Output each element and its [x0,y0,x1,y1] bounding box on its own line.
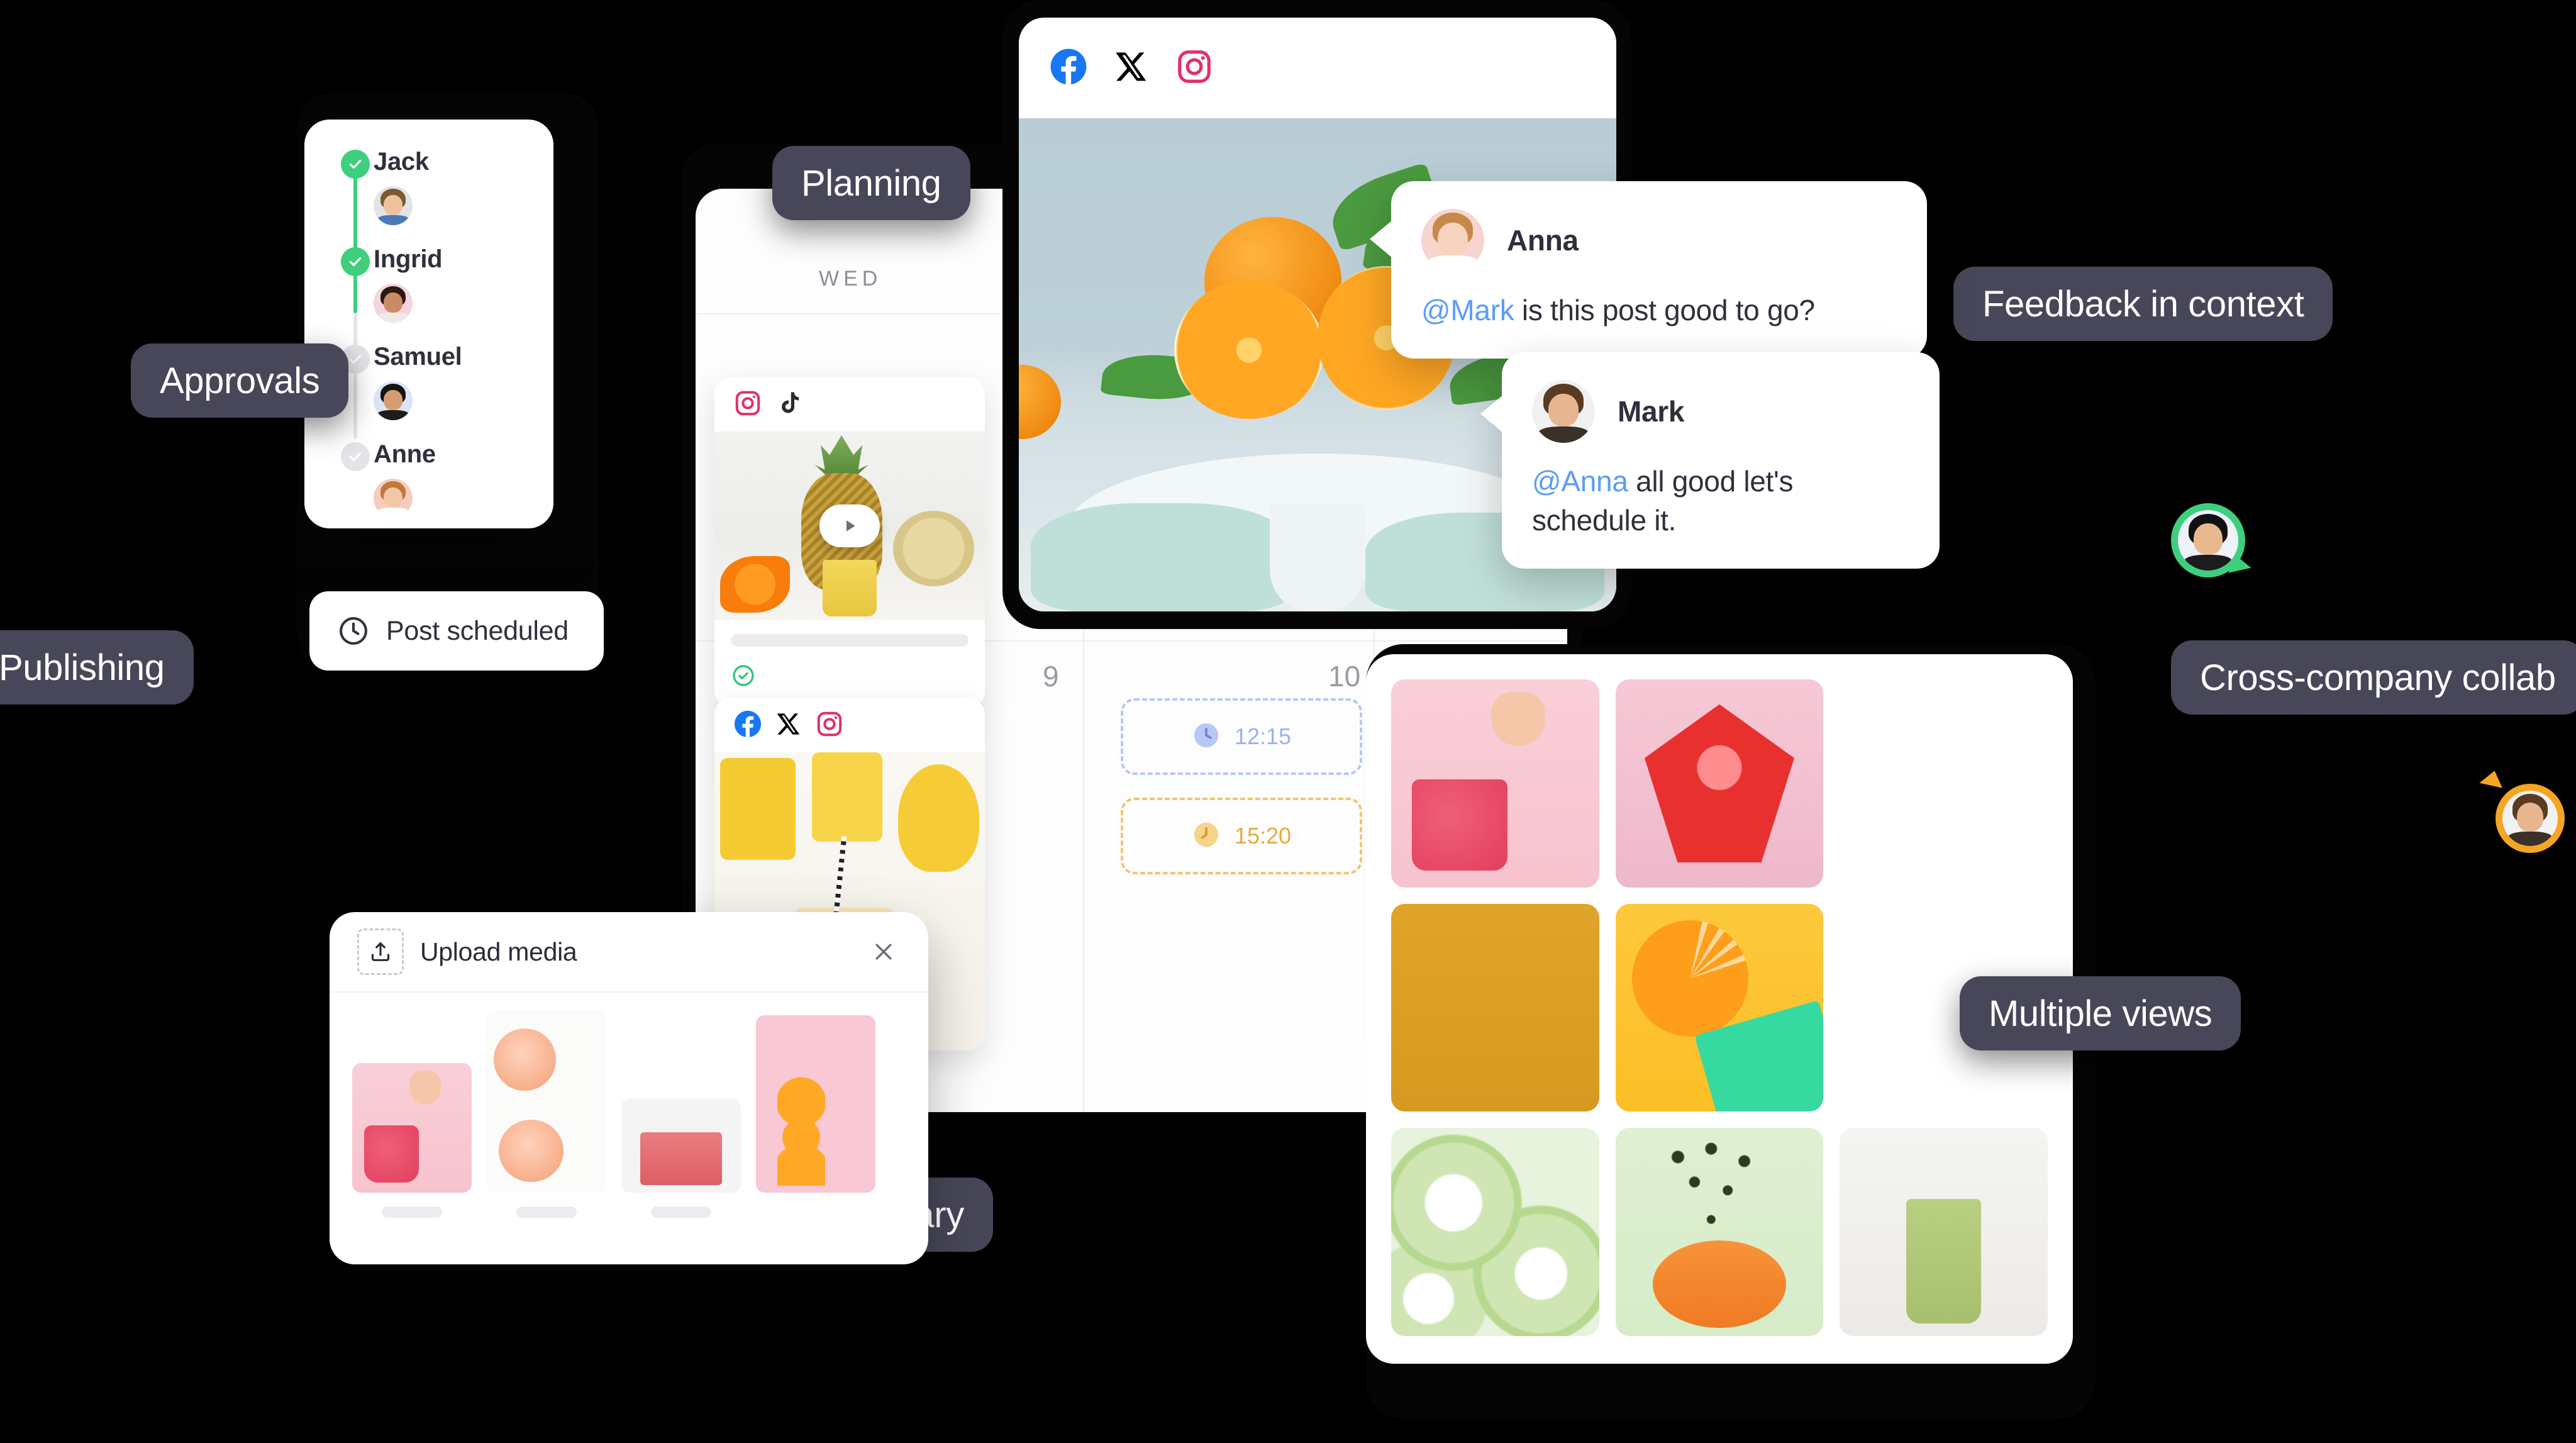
thumbnail[interactable] [352,1063,472,1193]
label-publishing: Publishing [0,630,194,705]
post-network-row [714,698,985,752]
approval-step[interactable]: Jack [304,147,553,245]
comment-text: @Mark is this post good to go? [1421,294,1815,326]
label-approvals: Approvals [131,343,349,418]
upload-dialog-header: Upload media [330,912,928,993]
approval-step[interactable]: Anne [304,440,553,537]
label-multiple-views: Multiple views [1960,976,2241,1050]
comment-text: @Anna all good let's schedule it. [1532,465,1794,537]
upload-icon[interactable] [357,928,404,975]
thumbnail-caption-placeholder [651,1206,711,1218]
comment-author: Mark [1618,395,1685,428]
post-scheduled-chip[interactable]: Post scheduled [309,591,604,671]
thumbnail[interactable] [756,1015,875,1193]
close-icon[interactable] [867,935,901,969]
clock-icon [337,615,370,647]
avatar [374,186,413,225]
approver-name: Jack [374,148,429,176]
post-media[interactable] [714,432,985,620]
comment-author: Anna [1507,224,1579,257]
approver-name: Anne [374,440,436,468]
upload-thumbnail-list [330,993,928,1218]
comment-bubble[interactable]: Mark @Anna all good let's schedule it. [1480,352,1940,569]
upload-media-dialog[interactable]: Upload media [330,912,928,1264]
post-network-row [714,377,985,432]
mention[interactable]: @Mark [1421,294,1514,326]
clock-icon [1192,820,1221,852]
label-cross-company-collab: Cross-company collab [2171,640,2576,715]
media-grid-tile[interactable] [1615,679,1824,888]
thumbnail[interactable] [487,1010,606,1193]
promo-composition: WED 2 9 10 11 [0,0,2576,1443]
approved-check-icon [341,150,370,179]
approved-check-icon [341,247,370,276]
play-icon[interactable] [819,504,880,547]
post-scheduled-label: Post scheduled [386,615,569,646]
upload-thumbnail-item[interactable] [352,1063,472,1218]
preview-network-row [1019,18,1616,118]
media-grid-tile[interactable] [1840,1128,2048,1336]
calendar-day-of-week: WED [819,267,882,291]
approvals-panel: Jack Ingrid Samuel Anne [297,93,599,667]
x-icon[interactable] [1114,50,1148,87]
calendar-day-number: 10 [1328,660,1361,693]
approver-name: Ingrid [374,245,443,273]
media-grid-tile[interactable] [1615,1128,1824,1337]
post-caption-placeholder [714,620,985,708]
x-icon [776,711,801,740]
comment-bubble[interactable]: Anna @Mark is this post good to go? [1370,181,1927,359]
mention[interactable]: @Anna [1532,465,1628,498]
pending-check-icon [341,442,370,471]
upload-thumbnail-item[interactable] [487,1010,606,1218]
instagram-icon[interactable] [1175,47,1214,89]
facebook-icon [733,710,762,742]
facebook-icon[interactable] [1049,47,1088,89]
instagram-icon [815,710,844,742]
media-grid-tile[interactable] [1391,679,1599,888]
calendar-post-card[interactable] [714,377,985,708]
instagram-icon [733,389,762,421]
upload-dialog-title: Upload media [420,937,577,966]
post-approved-icon [731,663,969,691]
mark-avatar [1532,380,1595,443]
slot-time: 12:15 [1234,723,1292,749]
thumbnail-caption-placeholder [516,1206,577,1218]
media-grid-tile[interactable] [1391,1128,1599,1336]
upload-thumbnail-item[interactable] [756,1015,875,1218]
avatar [374,381,413,420]
clock-icon [1192,721,1221,753]
calendar-day-number: 9 [1043,660,1059,693]
media-grid-tile[interactable] [1615,903,1824,1112]
media-grid-tile-placeholder [1840,679,2048,888]
approver-name: Samuel [374,343,462,370]
avatar [374,284,413,323]
approvals-card[interactable]: Jack Ingrid Samuel Anne [304,120,553,528]
mark-cursor [2477,771,2565,853]
avatar [374,479,413,518]
slot-time: 15:20 [1234,823,1292,849]
approval-step[interactable]: Ingrid [304,245,553,342]
samuel-cursor [2171,503,2253,581]
anna-avatar [1421,209,1484,272]
thumbnail-caption-placeholder [382,1206,442,1218]
media-grid-tile[interactable] [1391,903,1599,1112]
label-planning: Planning [772,146,970,220]
upload-thumbnail-item[interactable] [621,1098,741,1218]
calendar-empty-slot[interactable]: 15:20 [1121,798,1362,874]
thumbnail[interactable] [621,1098,741,1193]
tiktok-icon [776,390,802,420]
label-feedback-in-context: Feedback in context [1953,267,2333,341]
calendar-empty-slot[interactable]: 12:15 [1121,698,1362,775]
